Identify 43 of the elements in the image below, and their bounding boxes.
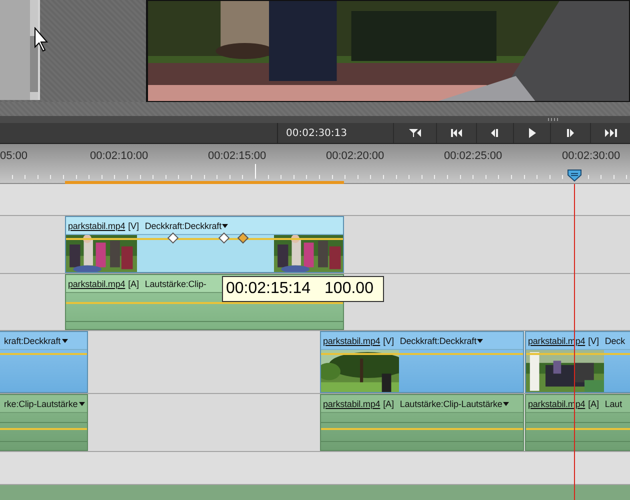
time-ruler[interactable]: 05:00 00:02:10:00 00:02:15:00 00:02:20:00 00:02:25:00 00:02:30:00 [0,144,630,184]
mouse-cursor-icon [34,27,48,52]
level-line[interactable] [66,238,343,240]
time-label: 00:02:10:00 [90,150,148,162]
caret-icon[interactable] [78,402,85,406]
effect-label[interactable]: Lautstärke:Clip-Lautstärke [400,398,502,408]
clip-file-name: parkstabil.mp4 [68,278,126,288]
clip-file-name: parkstabil.mp4 [68,220,126,230]
effect-label[interactable]: Laut [604,398,622,408]
effect-label[interactable]: Deckkraft:Deckkraft [400,336,476,346]
caret-icon[interactable] [62,338,68,342]
track-tag: [A] [128,278,139,288]
time-label: 05:00 [0,150,28,162]
video-clip[interactable]: parkstabil.mp4 [V] Deckkraft:Deckkraft [65,216,344,273]
effect-label[interactable]: Deck [604,336,625,346]
clip-file-name: parkstabil.mp4 [323,336,380,346]
track-tag: [A] [588,398,599,408]
skip-back-icon [450,127,464,139]
audio-clip[interactable]: rke:Clip-Lautstärke [0,394,88,451]
video-clip[interactable]: kraft:Deckkraft [0,331,88,393]
video-clip[interactable]: parkstabil.mp4 [V] Deckkraft:Deckkraft [320,331,524,393]
track-tag: [A] [383,398,394,408]
time-label: 00:02:15:00 [208,150,266,162]
track-tag: [V] [588,336,599,346]
time-label: 00:02:25:00 [444,150,502,162]
caret-icon[interactable] [503,402,510,406]
playhead-handle-icon[interactable] [567,169,582,182]
time-label: 00:02:20:00 [326,150,384,162]
caret-icon[interactable] [477,338,484,342]
position-marker [255,164,256,178]
time-label: 00:02:30:00 [562,150,620,162]
timecode: 00:02:30:13 [277,123,393,143]
audio-clip[interactable]: parkstabil.mp4 [A] Lautstärke:Clip-Lautstärke [320,394,524,451]
effect-label[interactable]: Lautstärke:Clip- [144,278,206,288]
track-tag: [V] [128,220,139,230]
skip-forward-icon [604,127,618,139]
track-tag: [V] [383,336,394,346]
resize-grip-icon[interactable] [548,118,560,122]
caret-icon[interactable] [222,224,228,228]
clip-file-name: parkstabil.mp4 [323,398,380,408]
tooltip-time: 00:02:15:14 [226,280,311,298]
effect-label[interactable]: Deckkraft:Deckkraft [144,220,222,230]
trim-marker-icon [408,127,422,139]
